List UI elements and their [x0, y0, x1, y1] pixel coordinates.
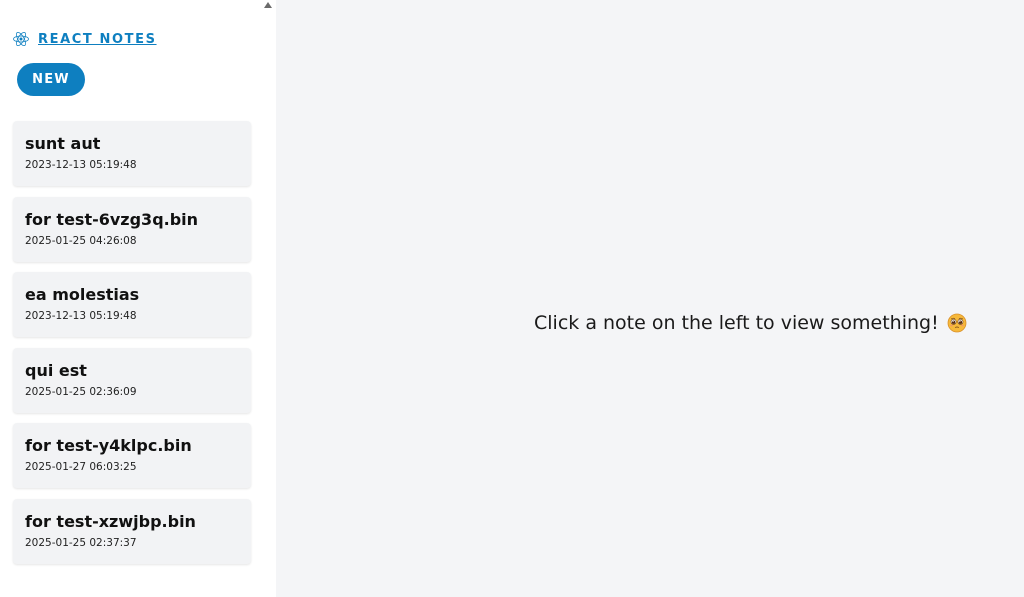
note-card[interactable]: for test-xzwjbp.bin 2025-01-25 02:37:37: [13, 498, 251, 564]
note-title: sunt aut: [25, 134, 101, 153]
note-title: for test-6vzg3q.bin: [25, 209, 199, 229]
note-date: 2025-01-25 04:26:08: [25, 234, 137, 247]
note-title: for test-xzwjbp.bin: [25, 511, 196, 531]
note-card[interactable]: for test-6vzg3q.bin 2025-01-25 04:26:08: [13, 196, 251, 262]
pleading-face-icon: [947, 313, 967, 333]
note-card[interactable]: ea molestias 2023-12-13 05:19:48: [13, 272, 251, 338]
notes-list: sunt aut 2023-12-13 05:19:48 for test-6v…: [13, 121, 251, 575]
note-card[interactable]: sunt aut 2023-12-13 05:19:48: [13, 121, 251, 186]
new-note-button[interactable]: NEW: [17, 63, 85, 96]
sidebar: REACT NOTES NEW sunt aut 2023-12-13 05:1…: [0, 0, 276, 597]
app-window: REACT NOTES NEW sunt aut 2023-12-13 05:1…: [0, 0, 1024, 597]
note-title: ea molestias: [25, 285, 140, 305]
note-card[interactable]: for test-y4klpc.bin 2025-01-27 06:03:25: [13, 423, 251, 489]
brand-link[interactable]: REACT NOTES: [12, 30, 157, 48]
note-date: 2025-01-27 06:03:25: [25, 461, 137, 474]
note-date: 2023-12-13 05:19:48: [25, 310, 137, 323]
note-title: for test-y4klpc.bin: [25, 436, 192, 456]
note-card[interactable]: qui est 2025-01-25 02:36:09: [13, 347, 251, 413]
brand-label: REACT NOTES: [38, 31, 157, 47]
empty-state: Click a note on the left to view somethi…: [534, 312, 967, 334]
note-title: qui est: [25, 360, 87, 380]
note-date: 2025-01-25 02:36:09: [25, 385, 137, 398]
note-viewer: Click a note on the left to view somethi…: [276, 0, 1024, 597]
note-date: 2023-12-13 05:19:48: [25, 159, 137, 171]
empty-state-message: Click a note on the left to view somethi…: [534, 312, 939, 334]
note-date: 2025-01-25 02:37:37: [25, 536, 137, 549]
react-icon: [13, 31, 29, 47]
scroll-up-arrow-icon[interactable]: [264, 2, 272, 8]
